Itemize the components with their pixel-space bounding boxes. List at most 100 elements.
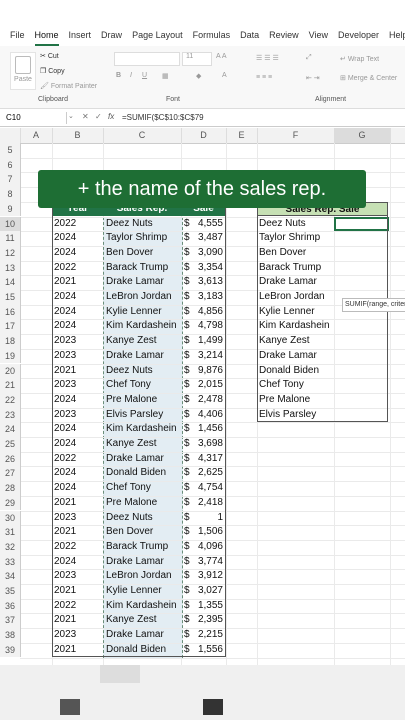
row-header-23[interactable]: 23 (0, 407, 21, 423)
sales-rep-cell[interactable]: Donald Biden (106, 466, 180, 481)
sale-cell[interactable]: $3,090 (184, 246, 225, 261)
copy-button[interactable]: ❐ Copy (40, 67, 65, 75)
sales-rep-cell[interactable]: Donald Biden (106, 643, 180, 658)
summary-rep-cell[interactable]: Barack Trump (259, 261, 333, 276)
row-header-11[interactable]: 11 (0, 231, 21, 246)
row-header-36[interactable]: 36 (0, 598, 21, 614)
sales-rep-cell[interactable]: Kim Kardashein (106, 599, 180, 614)
year-cell[interactable]: 2024 (54, 319, 102, 334)
name-box-dropdown-icon[interactable]: ⌄ (68, 112, 74, 120)
row-header-5[interactable]: 5 (0, 143, 21, 158)
sale-cell[interactable]: $3,613 (184, 275, 225, 290)
summary-rep-cell[interactable]: Deez Nuts (259, 217, 333, 232)
row-header-31[interactable]: 31 (0, 525, 21, 540)
sale-cell[interactable]: $4,406 (184, 408, 225, 423)
summary-rep-cell[interactable]: Kylie Lenner (259, 305, 333, 320)
row-header-38[interactable]: 38 (0, 628, 21, 643)
row-header-27[interactable]: 27 (0, 466, 21, 482)
row-header-39[interactable]: 39 (0, 642, 21, 658)
bold-button[interactable]: B (116, 72, 121, 79)
sales-rep-cell[interactable]: Chef Tony (106, 481, 180, 496)
menu-developer[interactable]: Developer (338, 30, 379, 46)
sale-cell[interactable]: $1,556 (184, 643, 225, 658)
sales-rep-cell[interactable]: Drake Lamar (106, 628, 180, 643)
summary-rep-cell[interactable]: Drake Lamar (259, 349, 333, 364)
sale-cell[interactable]: $3,027 (184, 584, 225, 599)
sales-rep-cell[interactable]: LeBron Jordan (106, 569, 180, 584)
sale-cell[interactable]: $3,774 (184, 555, 225, 570)
sales-rep-cell[interactable]: Kanye Zest (106, 334, 180, 349)
sale-cell[interactable]: $4,555 (184, 217, 225, 232)
font-name-dropdown[interactable] (114, 52, 180, 66)
column-header-b[interactable]: B (52, 128, 104, 143)
year-cell[interactable]: 2022 (54, 217, 102, 232)
sale-cell[interactable]: $4,754 (184, 481, 225, 496)
fill-color-icon[interactable]: ◆ (196, 72, 201, 80)
year-cell[interactable]: 2022 (54, 599, 102, 614)
column-header-d[interactable]: D (181, 128, 227, 143)
sale-cell[interactable]: $1,499 (184, 334, 225, 349)
row-header-20[interactable]: 20 (0, 363, 21, 379)
menu-page-layout[interactable]: Page Layout (132, 30, 183, 46)
sale-cell[interactable]: $1,355 (184, 599, 225, 614)
function-icon[interactable]: fx (108, 112, 114, 121)
row-header-17[interactable]: 17 (0, 319, 21, 335)
year-cell[interactable]: 2023 (54, 334, 102, 349)
cut-button[interactable]: ✂ Cut (40, 52, 59, 60)
sale-cell[interactable]: $3,354 (184, 261, 225, 276)
row-header-8[interactable]: 8 (0, 187, 21, 202)
year-cell[interactable]: 2021 (54, 496, 102, 511)
row-header-7[interactable]: 7 (0, 172, 21, 188)
sale-cell[interactable]: $2,215 (184, 628, 225, 643)
row-header-33[interactable]: 33 (0, 554, 21, 570)
menu-data[interactable]: Data (240, 30, 259, 46)
sales-rep-cell[interactable]: Deez Nuts (106, 217, 180, 232)
menu-help[interactable]: Help (389, 30, 405, 46)
sales-rep-cell[interactable]: LeBron Jordan (106, 290, 180, 305)
summary-rep-cell[interactable]: Ben Dover (259, 246, 333, 261)
year-cell[interactable]: 2023 (54, 378, 102, 393)
year-cell[interactable]: 2024 (54, 437, 102, 452)
year-cell[interactable]: 2024 (54, 422, 102, 437)
wrap-text-button[interactable]: ↵ Wrap Text (340, 55, 379, 63)
year-cell[interactable]: 2023 (54, 628, 102, 643)
year-cell[interactable]: 2023 (54, 349, 102, 364)
orientation-icon[interactable]: ⤢ (306, 54, 312, 62)
sales-rep-cell[interactable]: Kylie Lenner (106, 584, 180, 599)
year-cell[interactable]: 2021 (54, 364, 102, 379)
align-left-icon[interactable]: ≡ ≡ ≡ (256, 74, 272, 81)
row-header-26[interactable]: 26 (0, 451, 21, 467)
select-all-corner[interactable] (0, 128, 21, 143)
sales-rep-cell[interactable]: Chef Tony (106, 378, 180, 393)
row-header-9[interactable]: 9 (0, 201, 21, 217)
paste-button[interactable]: Paste (10, 52, 36, 90)
year-cell[interactable]: 2024 (54, 393, 102, 408)
italic-button[interactable]: I (130, 72, 132, 79)
row-header-10[interactable]: 10 (0, 216, 21, 232)
sales-rep-cell[interactable]: Kim Kardashein (106, 422, 180, 437)
align-top-icon[interactable]: ☰ ☰ ☰ (256, 54, 279, 62)
row-header-16[interactable]: 16 (0, 304, 21, 320)
sale-cell[interactable]: $4,856 (184, 305, 225, 320)
active-cell[interactable] (334, 216, 389, 232)
year-cell[interactable]: 2024 (54, 231, 102, 246)
sales-rep-cell[interactable]: Barack Trump (106, 540, 180, 555)
sales-rep-cell[interactable]: Ben Dover (106, 246, 180, 261)
format-painter-button[interactable]: 🖌 Format Painter (40, 82, 97, 90)
row-header-13[interactable]: 13 (0, 260, 21, 276)
font-color-icon[interactable]: A (222, 72, 227, 79)
summary-rep-cell[interactable]: Elvis Parsley (259, 408, 333, 423)
year-cell[interactable]: 2024 (54, 466, 102, 481)
cancel-icon[interactable]: ✕ (82, 112, 89, 121)
sale-cell[interactable]: $1,456 (184, 422, 225, 437)
sale-cell[interactable]: $3,183 (184, 290, 225, 305)
merge-center-button[interactable]: ⊞ Merge & Center (340, 74, 397, 82)
row-header-34[interactable]: 34 (0, 569, 21, 584)
year-cell[interactable]: 2021 (54, 584, 102, 599)
year-cell[interactable]: 2023 (54, 569, 102, 584)
sale-cell[interactable]: $4,096 (184, 540, 225, 555)
year-cell[interactable]: 2024 (54, 246, 102, 261)
row-header-29[interactable]: 29 (0, 495, 21, 511)
row-header-30[interactable]: 30 (0, 510, 21, 526)
summary-rep-cell[interactable]: Pre Malone (259, 393, 333, 408)
